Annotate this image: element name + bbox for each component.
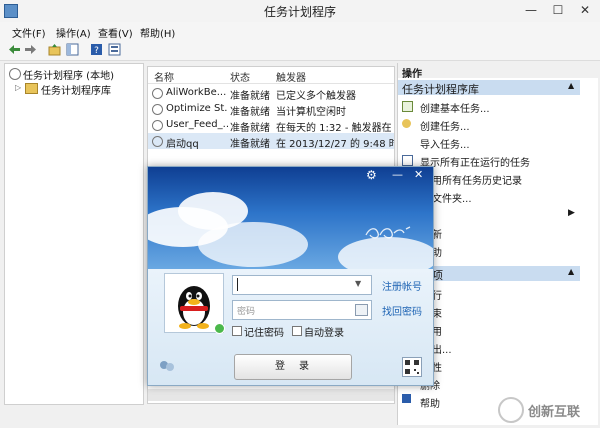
forward-arrow-icon[interactable] [24,43,37,56]
actions-section-title[interactable]: 任务计划程序库 ▲ [398,80,580,96]
register-link[interactable]: 注册帐号 [382,278,422,293]
menu-view[interactable]: 查看(V) [98,25,133,40]
expand-arrow-icon[interactable]: ▷ [15,83,21,92]
action-create-task[interactable]: 创建任务... [398,116,598,133]
tree-root-label: 任务计划程序 (本地) [23,71,114,82]
task-name: Optimize St... [166,103,228,114]
account-input[interactable]: ▼ [232,275,372,295]
close-button[interactable]: ✕ [574,2,596,18]
column-trigger[interactable]: 触发器 [276,69,306,84]
task-name: User_Feed_... [166,119,228,130]
help-icon[interactable]: ? [90,43,103,56]
auto-login-label: 自动登录 [304,328,344,339]
qq-login-window: ⚙ — ✕ ▼ 注册帐号 密码 找回密码 记住密码 自动登录 登 录 [147,166,434,386]
maximize-button[interactable]: ☐ [547,2,569,18]
task-name: 启动qq [166,139,199,149]
svg-text:?: ? [94,46,99,56]
action-label: 创建基本任务... [420,104,490,115]
action-label: 文件夹... [432,194,472,205]
task-trigger: 在每天的 1:32 - 触发器在 2 [276,123,394,133]
horizontal-scrollbar[interactable] [148,389,394,401]
menu-bar: 文件(F) 操作(A) 查看(V) 帮助(H) [0,22,600,40]
multi-account-icon[interactable] [158,360,176,374]
collapse-arrow-icon[interactable]: ▲ [568,267,574,276]
menu-help[interactable]: 帮助(H) [140,25,175,40]
column-status[interactable]: 状态 [230,69,250,84]
watermark: 创新互联 [498,395,598,423]
login-button[interactable]: 登 录 [234,354,352,380]
qq-minimize-button[interactable]: — [392,168,403,181]
action-label: 显示所有正在运行的任务 [420,158,530,169]
help-icon [402,394,411,403]
menu-file[interactable]: 文件(F) [12,25,46,40]
up-folder-icon[interactable] [48,43,61,56]
auto-login-checkbox[interactable] [292,326,302,336]
folder-icon [25,83,38,94]
remember-password-checkbox[interactable] [232,326,242,336]
recover-password-link[interactable]: 找回密码 [382,303,422,318]
keyboard-icon[interactable] [355,304,368,316]
show-hide-tree-icon[interactable] [66,43,79,56]
actions-section-label: 任务计划程序库 [402,83,479,96]
dropdown-arrow-icon[interactable]: ▼ [355,279,361,288]
back-arrow-icon[interactable] [8,43,21,56]
action-label: 用所有任务历史记录 [432,176,522,187]
column-name[interactable]: 名称 [154,69,174,84]
scheduler-icon [9,68,21,80]
task-status: 准备就绪 [230,139,270,149]
actions-header-label: 操作 [402,69,422,80]
submenu-arrow-icon: ▶ [568,208,575,218]
table-row[interactable]: User_Feed_... 准备就绪 在每天的 1:32 - 触发器在 2 [148,117,394,133]
action-create-basic-task[interactable]: 创建基本任务... [398,98,598,115]
properties-icon[interactable] [108,43,121,56]
task-status: 准备就绪 [230,91,270,101]
actions-header: 操作 [398,63,598,80]
task-clock-icon [152,136,163,147]
cloud-shape [198,222,308,267]
watermark-logo-icon [498,397,524,423]
show-running-icon [402,155,413,166]
task-name: AliWorkBe... [166,87,227,98]
qq-logo-scribble [364,225,414,241]
collapse-arrow-icon[interactable]: ▲ [568,81,574,90]
table-row[interactable]: AliWorkBe... 准备就绪 已定义多个触发器 [148,85,394,101]
settings-icon[interactable]: ⚙ [366,168,377,182]
create-basic-task-icon [402,101,413,112]
task-clock-icon [152,104,163,115]
menu-action[interactable]: 操作(A) [56,25,91,40]
task-trigger: 当计算机空闲时 [276,107,346,117]
task-status: 准备就绪 [230,123,270,133]
table-row-selected[interactable]: 启动qq 准备就绪 在 2013/12/27 的 9:48 时 [148,133,394,149]
task-clock-icon [152,88,163,99]
toolbar: ? [0,40,600,61]
remember-password-label: 记住密码 [244,328,284,339]
minimize-button[interactable]: — [520,2,542,18]
tree-item-library-label: 任务计划程序库 [41,86,111,97]
task-clock-icon [152,120,163,131]
create-task-icon [402,119,411,128]
action-label: 帮助 [420,399,440,410]
column-header-row: 名称 状态 触发器 [148,67,394,84]
text-cursor [237,278,238,291]
action-label: 导入任务... [420,140,470,151]
table-row[interactable]: Optimize St... 准备就绪 当计算机空闲时 [148,101,394,117]
password-placeholder: 密码 [237,307,256,317]
online-status-icon[interactable] [214,323,225,334]
action-label: 出... [432,345,452,356]
qq-close-button[interactable]: ✕ [414,168,423,181]
password-input[interactable]: 密码 [232,300,372,320]
navigation-tree: 任务计划程序 (本地) ▷ 任务计划程序库 [4,63,144,405]
task-status: 准备就绪 [230,107,270,117]
task-trigger: 在 2013/12/27 的 9:48 时 [276,139,394,149]
qr-code-icon[interactable] [402,357,422,377]
task-trigger: 已定义多个触发器 [276,91,356,101]
watermark-text: 创新互联 [528,405,581,420]
action-label: 创建任务... [420,122,470,133]
title-bar: 任务计划程序 — ☐ ✕ [0,0,600,23]
window-title: 任务计划程序 [263,5,336,19]
sky-banner: ⚙ — ✕ [148,167,433,277]
action-import-task[interactable]: 导入任务... [398,134,598,151]
